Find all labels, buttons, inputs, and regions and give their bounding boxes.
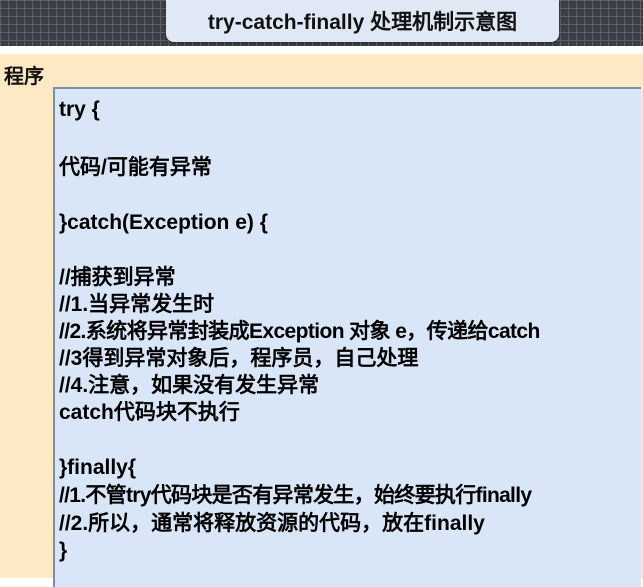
code-line-catch: }catch(Exception e) { [59,211,268,234]
code-line-finally-comment-2: //2.所以，通常将释放资源的代码，放在finally [59,512,485,535]
code-line-comment-2: //2.系统将异常封装成Exception 对象 e，传递给catch [59,320,540,343]
code-box: try { 代码/可能有异常 }catch(Exception e) { //捕… [53,87,641,587]
program-label: 程序 [4,66,44,88]
code-line-comment-3: //3得到异常对象后，程序员，自己处理 [59,347,419,370]
code-line-try: try { [59,98,100,121]
code-line-finally: }finally{ [59,456,137,479]
code-line-close-brace: } [59,539,68,562]
diagram-title: try-catch-finally 处理机制示意图 [166,0,559,42]
code-line-comment-capture: //捕获到异常 [59,266,176,289]
code-line-may-throw: 代码/可能有异常 [59,156,212,179]
code-line-finally-comment-1: //1.不管try代码块是否有异常发生，始终要执行finally [59,484,532,507]
code-line-comment-4: //4.注意，如果没有发生异常 [59,374,320,397]
code-line-catch-not-executed: catch代码块不执行 [59,401,240,424]
code-line-comment-1: //1.当异常发生时 [59,293,215,316]
